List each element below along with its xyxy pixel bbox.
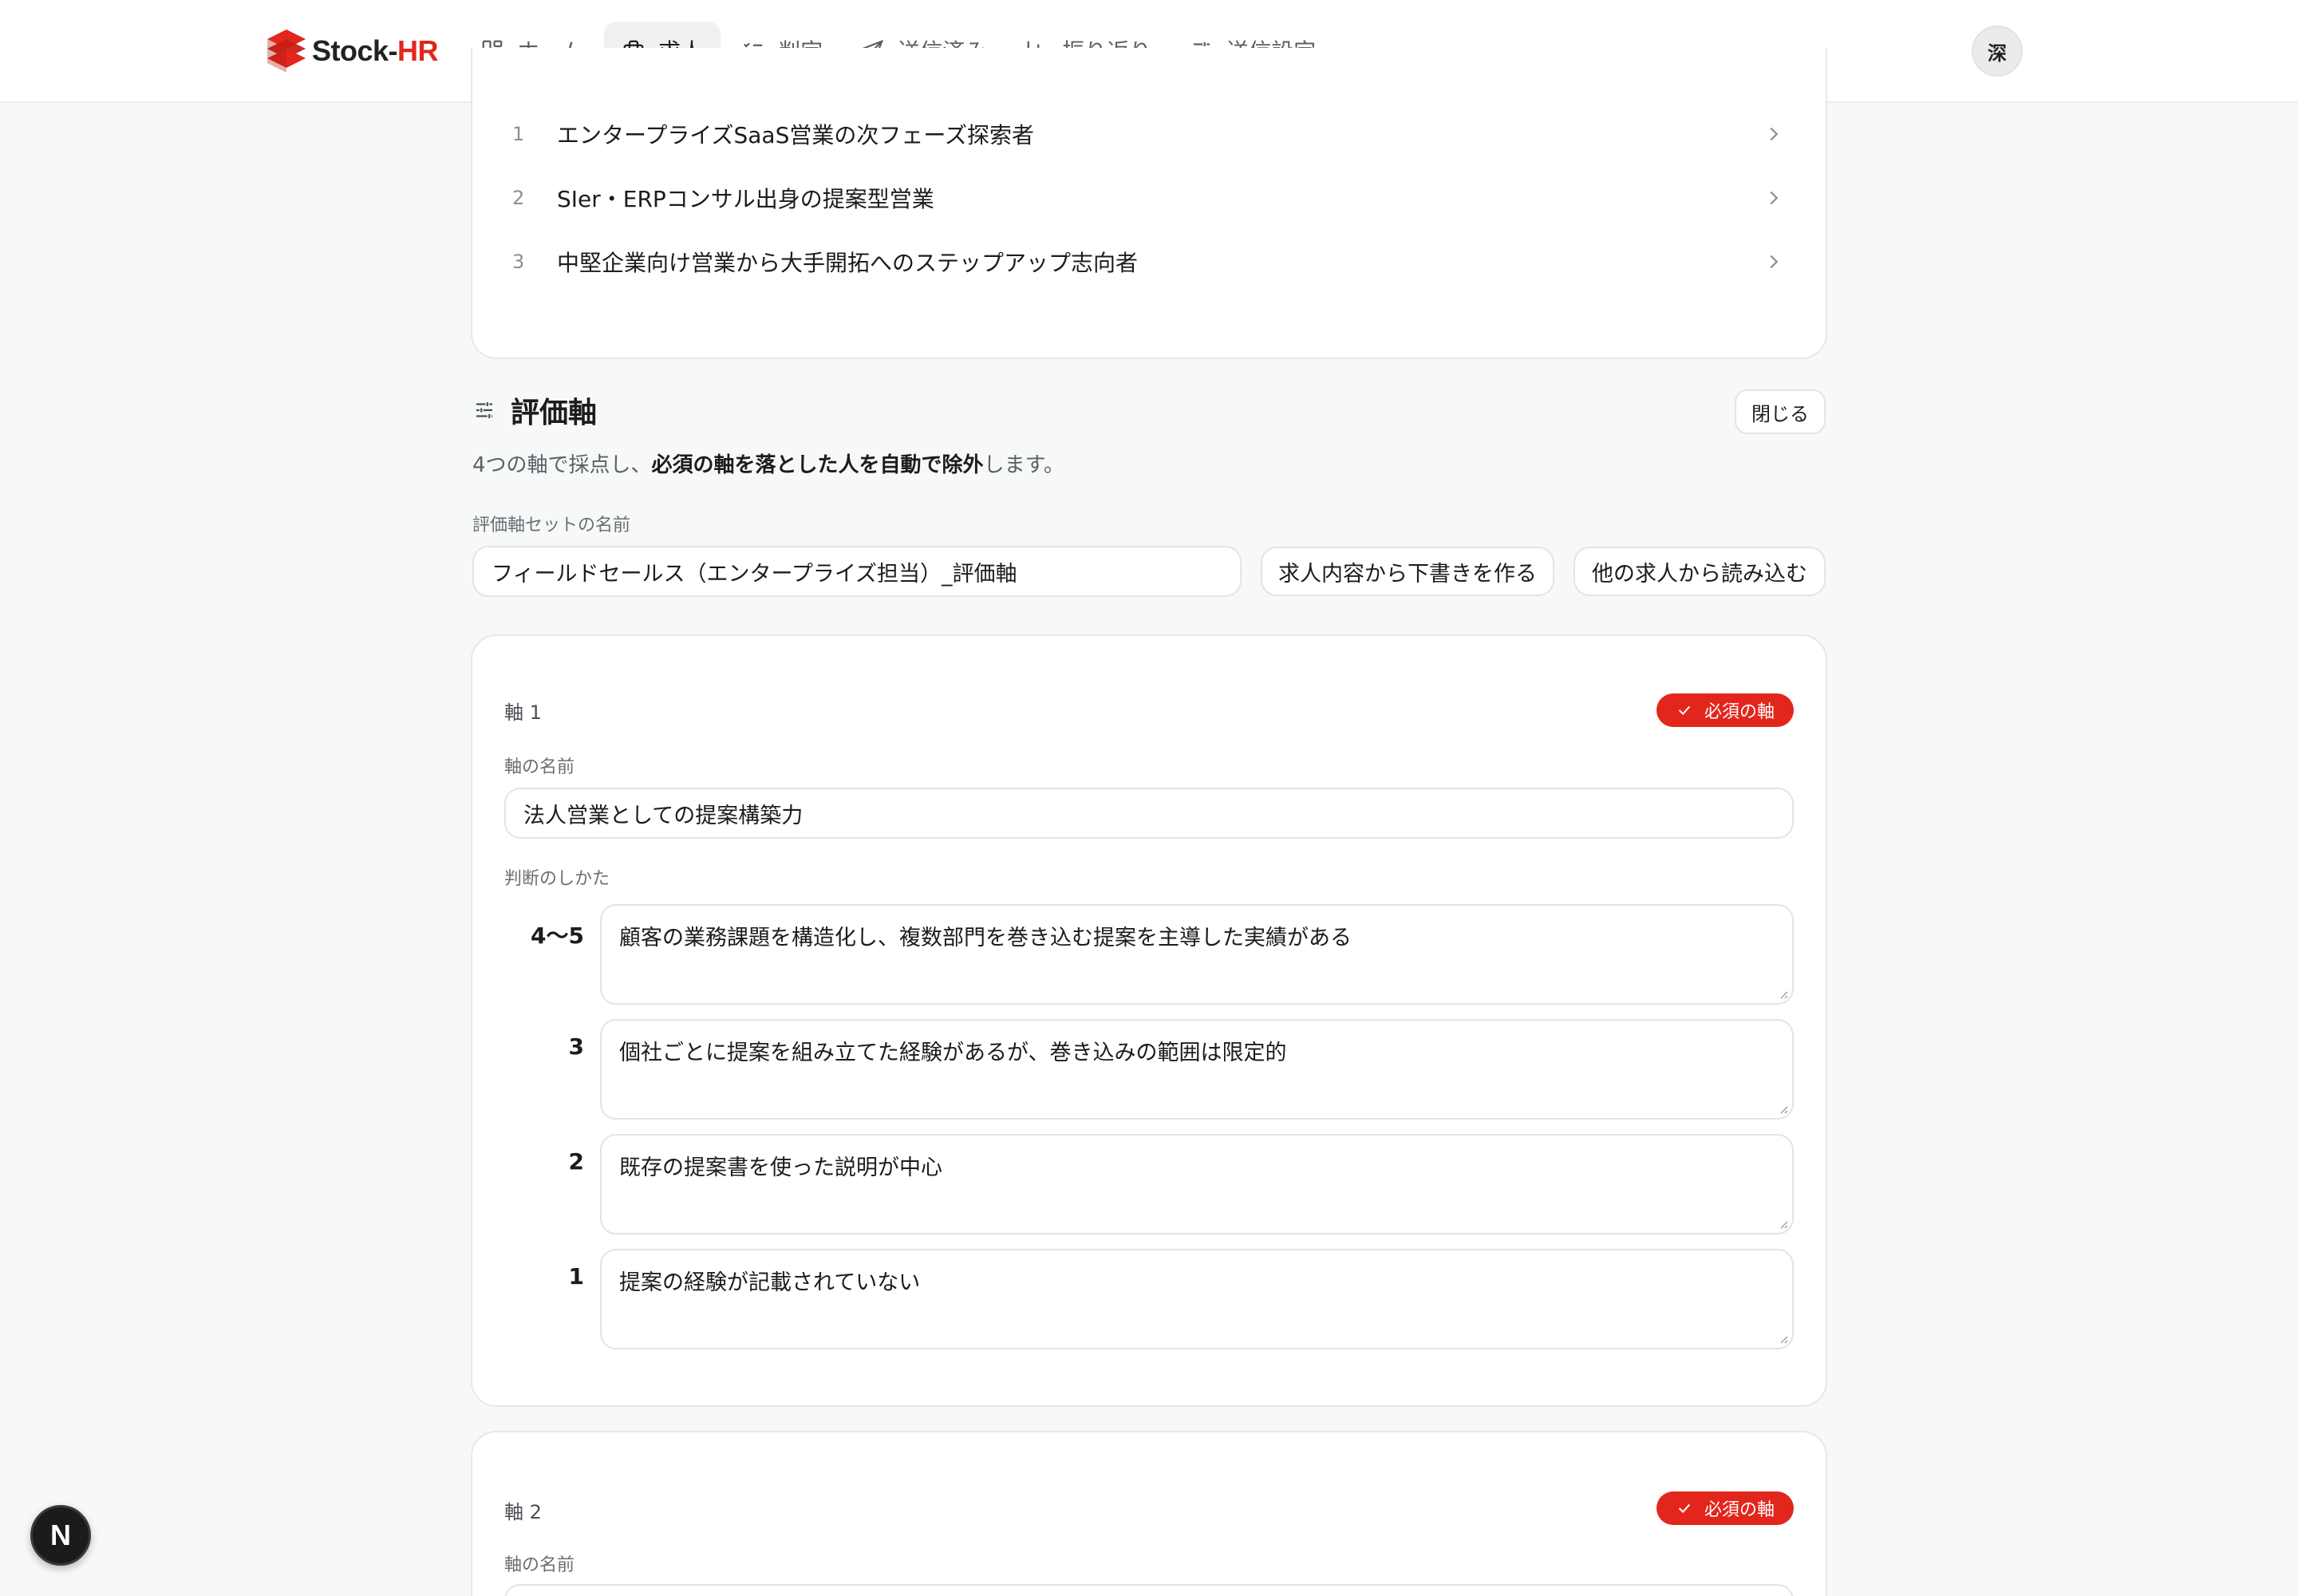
list-item[interactable]: 1 エンタープライズSaaS営業の次フェーズ探索者 bbox=[512, 110, 1786, 158]
criteria-textarea[interactable]: 顧客の業務課題を構造化し、複数部門を巻き込む提案を主導した実績がある bbox=[600, 904, 1794, 1005]
chevron-right-icon bbox=[1770, 127, 1779, 141]
list-item[interactable]: 2 SIer・ERPコンサル出身の提案型営業 bbox=[512, 174, 1786, 222]
resize-handle-icon[interactable] bbox=[1776, 1332, 1789, 1345]
score-label: 1 bbox=[568, 1263, 584, 1290]
section-title: 評価軸 bbox=[511, 397, 598, 429]
axis-label: 軸 1 bbox=[504, 701, 542, 724]
score-label: 2 bbox=[568, 1148, 584, 1175]
criteria-textarea[interactable]: 個社ごとに提案を組み立てた経験があるが、巻き込みの範囲は限定的 bbox=[600, 1019, 1794, 1120]
check-icon bbox=[1678, 1503, 1691, 1514]
axis-card-2: 軸 2 必須の軸 軸の名前 bbox=[471, 1431, 1827, 1596]
list-item[interactable]: 3 中堅企業向け営業から大手開拓へのステップアップ志向者 bbox=[512, 238, 1786, 286]
close-button[interactable]: 閉じる bbox=[1735, 389, 1826, 434]
eval-section-header: 評価軸 bbox=[472, 389, 597, 431]
axis-label: 軸 2 bbox=[504, 1501, 542, 1523]
set-name-label: 評価軸セットの名前 bbox=[472, 516, 631, 535]
set-name-input[interactable]: フィールドセールス（エンタープライズ担当）_評価軸 bbox=[472, 546, 1242, 597]
chevron-right-icon bbox=[1770, 191, 1779, 205]
list-item-number: 1 bbox=[512, 123, 525, 145]
draft-from-job-button[interactable]: 求人内容から下書きを作る bbox=[1261, 547, 1554, 596]
logo-text: Stock-HR bbox=[312, 34, 439, 67]
criteria-textarea[interactable]: 提案の経験が記載されていない bbox=[600, 1249, 1794, 1349]
list-item-number: 3 bbox=[512, 251, 525, 273]
score-label: 3 bbox=[568, 1033, 584, 1060]
axis-card-1: 軸 1 必須の軸 軸の名前 法人営業としての提案構築力 判断のしかた 4〜5 顧… bbox=[471, 634, 1827, 1407]
chevron-right-icon bbox=[1770, 255, 1779, 269]
criteria-label: 判断のしかた bbox=[504, 869, 610, 889]
axis-name-label: 軸の名前 bbox=[504, 1555, 575, 1575]
criteria-textarea[interactable]: 既存の提案書を使った説明が中心 bbox=[600, 1134, 1794, 1235]
axis-name-input[interactable]: 法人営業としての提案構築力 bbox=[504, 788, 1794, 839]
stock-hr-logo[interactable]: Stock-HR bbox=[266, 27, 439, 75]
check-icon bbox=[1678, 705, 1691, 716]
axis-name-label: 軸の名前 bbox=[504, 757, 575, 777]
list-item-text: エンタープライズSaaS営業の次フェーズ探索者 bbox=[557, 122, 1034, 148]
score-label: 4〜5 bbox=[531, 922, 584, 949]
axis-name-input[interactable] bbox=[504, 1584, 1794, 1596]
list-item-text: SIer・ERPコンサル出身の提案型営業 bbox=[557, 186, 934, 212]
required-axis-badge[interactable]: 必須の軸 bbox=[1656, 1491, 1794, 1525]
logo-mark-icon bbox=[267, 30, 306, 73]
list-item-number: 2 bbox=[512, 187, 525, 209]
resize-handle-icon[interactable] bbox=[1776, 987, 1789, 1000]
next-dev-tools-button[interactable]: N bbox=[30, 1505, 91, 1566]
persona-list-card: 1 エンタープライズSaaS営業の次フェーズ探索者 2 SIer・ERPコンサル… bbox=[471, 48, 1827, 359]
section-description: 4つの軸で採点し、必須の軸を落とした人を自動で除外します。 bbox=[472, 453, 1064, 477]
resize-handle-icon[interactable] bbox=[1776, 1217, 1789, 1230]
sliders-icon bbox=[476, 402, 492, 418]
required-axis-badge[interactable]: 必須の軸 bbox=[1656, 693, 1794, 727]
user-avatar[interactable]: 深 bbox=[1972, 26, 2023, 77]
resize-handle-icon[interactable] bbox=[1776, 1102, 1789, 1115]
list-item-text: 中堅企業向け営業から大手開拓へのステップアップ志向者 bbox=[557, 250, 1139, 276]
import-from-other-job-button[interactable]: 他の求人から読み込む bbox=[1573, 547, 1826, 596]
